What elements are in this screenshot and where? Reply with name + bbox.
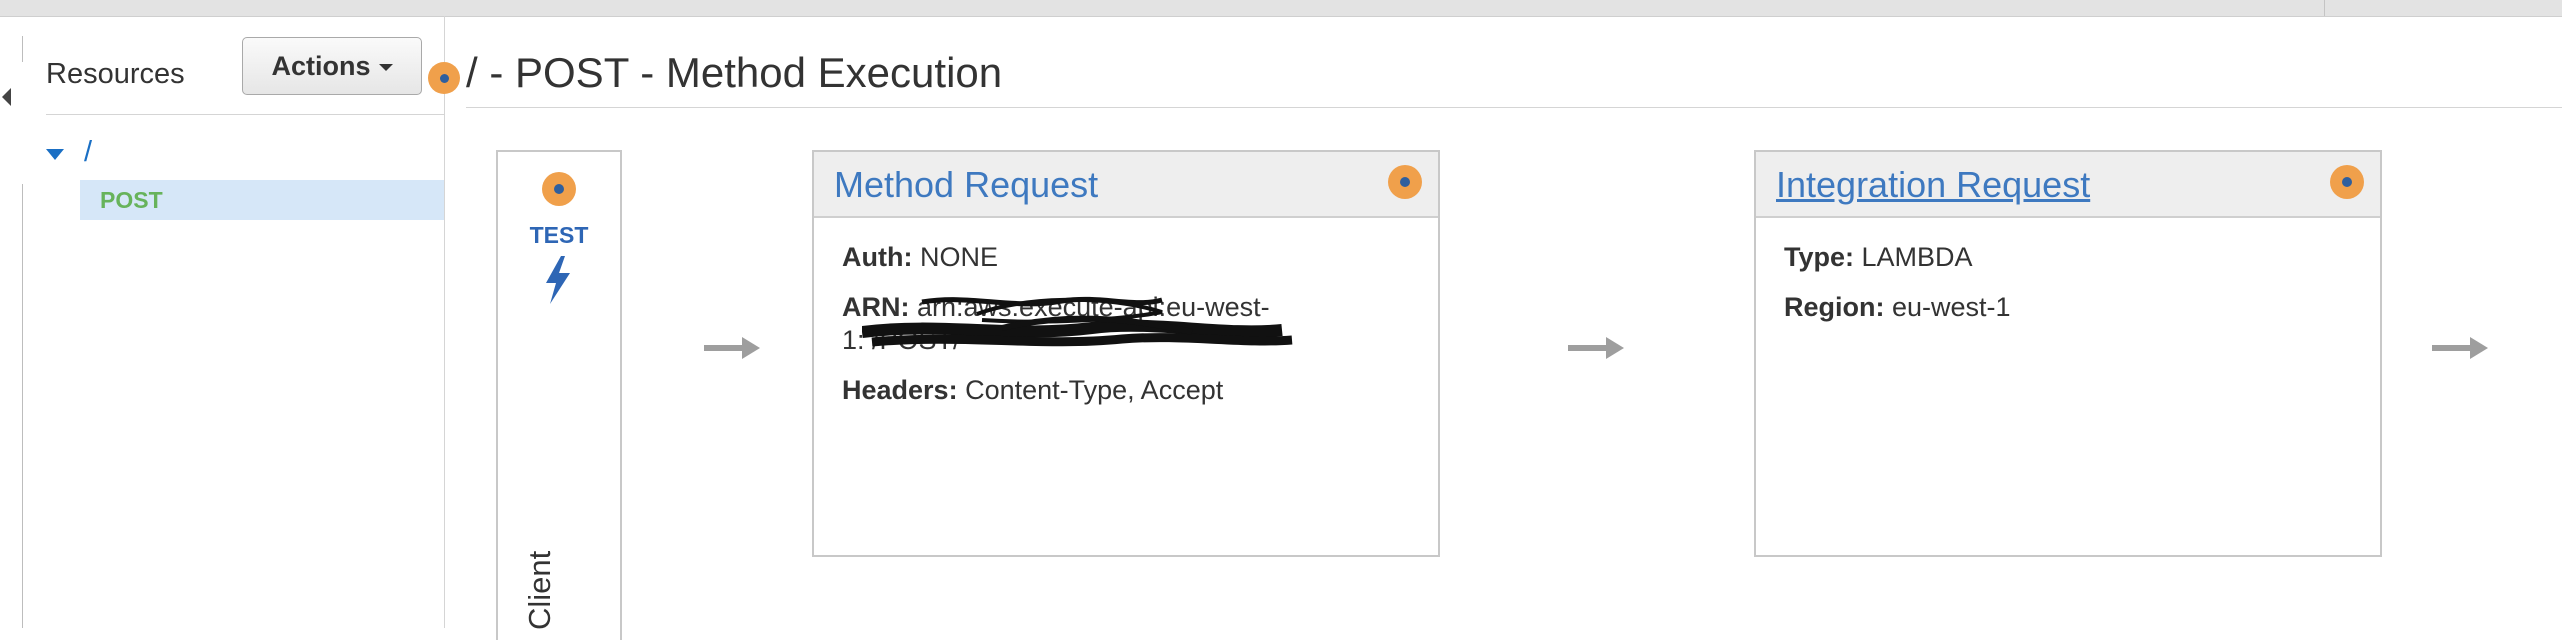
integration-request-header: Integration Request: [1756, 152, 2380, 218]
resource-method-post[interactable]: POST: [80, 180, 444, 220]
detail-row: Headers: Content-Type, Accept: [842, 375, 1438, 406]
arrow-right-icon: [704, 337, 760, 359]
detail-row: Region: eu-west-1: [1784, 292, 2380, 323]
arrow-right-icon: [1568, 337, 1624, 359]
detail-value: NONE: [919, 242, 998, 272]
detail-label: Type:: [1784, 242, 1855, 272]
arn-block: ARN: arn:aws:execute-api:eu-west- 1: /PO…: [842, 292, 1438, 356]
sidebar-divider-line: [46, 114, 444, 115]
arrow-right-icon: [2432, 337, 2488, 359]
caret-down-icon: [378, 64, 393, 71]
method-request-card: Method Request Auth: NONE ARN: arn:aws:e…: [812, 150, 1440, 557]
detail-row: Auth: NONE: [842, 242, 1438, 273]
detail-row: Type: LAMBDA: [1784, 242, 2380, 273]
method-request-header: Method Request: [814, 152, 1438, 218]
sidebar-divider: [444, 16, 445, 628]
detail-label: Headers:: [842, 375, 958, 405]
top-bar: [0, 0, 2562, 17]
collapse-left-icon[interactable]: [2, 88, 11, 106]
resource-tree-root[interactable]: /: [46, 136, 92, 169]
test-link[interactable]: TEST: [498, 222, 620, 249]
actions-button-label: Actions: [271, 50, 371, 81]
left-rail: [0, 36, 24, 628]
page-title: / - POST - Method Execution: [466, 49, 1003, 96]
detail-label: Region:: [1784, 292, 1885, 322]
method-request-title[interactable]: Method Request: [834, 164, 1098, 206]
info-circle-icon[interactable]: [542, 172, 576, 206]
lightning-bolt-icon[interactable]: [541, 256, 575, 304]
redaction-scribble: [862, 296, 1293, 347]
top-bar-separator: [2324, 0, 2325, 16]
rail-edge: [22, 184, 23, 628]
client-panel: TEST Client: [496, 150, 622, 640]
integration-request-title[interactable]: Integration Request: [1776, 164, 2090, 206]
detail-value: LAMBDA: [1861, 242, 1973, 272]
method-request-body: Auth: NONE ARN: arn:aws:execute-api:eu-w…: [814, 218, 1438, 406]
integration-request-card: Integration Request Type: LAMBDA Region:…: [1754, 150, 2382, 557]
detail-label: Auth:: [842, 242, 913, 272]
client-label: Client: [522, 550, 557, 630]
detail-value: Content-Type, Accept: [965, 375, 1224, 405]
resource-root-label[interactable]: /: [84, 136, 92, 169]
detail-value: eu-west-1: [1892, 292, 2011, 322]
sidebar-title: Resources: [46, 58, 185, 90]
info-circle-icon[interactable]: [428, 62, 460, 94]
info-circle-icon[interactable]: [1388, 165, 1422, 199]
title-divider: [466, 107, 2562, 108]
triangle-down-icon[interactable]: [46, 149, 64, 160]
integration-request-body: Type: LAMBDA Region: eu-west-1: [1756, 218, 2380, 323]
rail-edge: [22, 36, 23, 62]
resource-method-label[interactable]: POST: [100, 187, 163, 214]
actions-button[interactable]: Actions: [242, 37, 422, 95]
info-circle-icon[interactable]: [2330, 165, 2364, 199]
